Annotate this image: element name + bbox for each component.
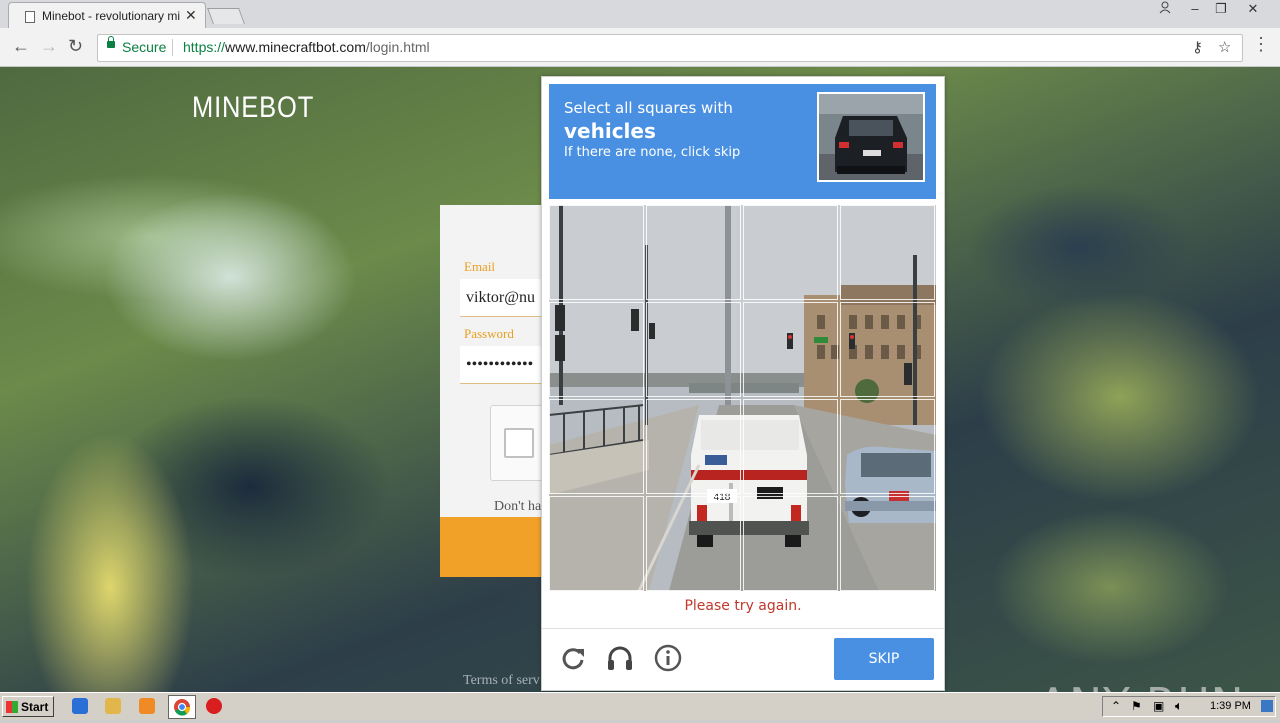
- page-icon: [25, 11, 35, 23]
- forward-icon[interactable]: →: [40, 36, 58, 57]
- captcha-tile[interactable]: [646, 496, 741, 591]
- new-tab-button[interactable]: [207, 8, 245, 24]
- flag-icon[interactable]: ⚑: [1131, 699, 1142, 713]
- divider: [172, 39, 173, 56]
- tab-title: Minebot - revolutionary mine: [42, 9, 180, 23]
- reload-challenge-icon[interactable]: [558, 643, 588, 673]
- captcha-grid: 418: [549, 205, 936, 591]
- captcha-tile[interactable]: [840, 302, 935, 397]
- taskbar: Start ⌃ ⚑ ▣ 🔈︎ 1:39 PM: [0, 692, 1280, 720]
- show-desktop-icon[interactable]: [1261, 700, 1273, 712]
- menu-icon[interactable]: ⋮: [1252, 34, 1270, 55]
- brand-logo: MINEBOT: [192, 91, 315, 124]
- captcha-header: Select all squares with vehicles If ther…: [549, 84, 936, 199]
- skip-button[interactable]: SKIP: [834, 638, 934, 680]
- captcha-tile[interactable]: [840, 399, 935, 494]
- url-path: /login.html: [365, 39, 430, 55]
- captcha-instruction: Select all squares with: [564, 99, 733, 117]
- captcha-tile[interactable]: [840, 496, 935, 591]
- tray-expand-icon[interactable]: ⌃: [1111, 699, 1121, 713]
- explorer-icon[interactable]: [105, 698, 121, 714]
- captcha-tile[interactable]: [743, 205, 838, 300]
- system-tray: ⌃ ⚑ ▣ 🔈︎ 1:39 PM: [1102, 696, 1276, 717]
- example-image: [817, 92, 925, 182]
- close-tab-icon[interactable]: ✕: [185, 7, 197, 24]
- lock-icon: [107, 36, 115, 48]
- browser-titlebar: Minebot - revolutionary mine ✕ – ❐ ✕: [0, 0, 1280, 29]
- email-label: Email: [464, 259, 496, 274]
- captcha-target: vehicles: [564, 119, 656, 143]
- anyrun-watermark: ANY RUN: [1038, 679, 1245, 692]
- captcha-tile[interactable]: [549, 399, 644, 494]
- captcha-tile[interactable]: [646, 205, 741, 300]
- security-label: Secure: [122, 39, 167, 55]
- chrome-taskbar-button[interactable]: [168, 695, 196, 719]
- captcha-tile[interactable]: [840, 205, 935, 300]
- captcha-error: Please try again.: [684, 598, 802, 614]
- close-window-icon[interactable]: ✕: [1240, 0, 1266, 18]
- browser-tab[interactable]: Minebot - revolutionary mine ✕: [8, 2, 206, 29]
- captcha-tile[interactable]: [646, 399, 741, 494]
- reload-icon[interactable]: ↻: [68, 36, 83, 57]
- media-player-icon[interactable]: [139, 698, 155, 714]
- ie-icon[interactable]: [72, 698, 88, 714]
- audio-challenge-icon[interactable]: [605, 643, 635, 673]
- start-label: Start: [21, 700, 49, 714]
- bookmark-star-icon[interactable]: ☆: [1218, 38, 1231, 56]
- url-host: www.minecraftbot.com: [225, 39, 366, 55]
- back-icon[interactable]: ←: [12, 36, 30, 57]
- captcha-footer: SKIP: [542, 628, 944, 691]
- opera-icon[interactable]: [206, 698, 222, 714]
- clock[interactable]: 1:39 PM: [1210, 700, 1251, 712]
- terms-link[interactable]: Terms of serv: [463, 673, 540, 689]
- captcha-tile[interactable]: [646, 302, 741, 397]
- key-icon[interactable]: ⚷: [1192, 38, 1203, 56]
- url-scheme: https://: [183, 39, 226, 55]
- password-label: Password: [464, 326, 514, 341]
- captcha-tile[interactable]: [549, 302, 644, 397]
- start-button[interactable]: Start: [2, 696, 54, 717]
- restore-icon[interactable]: ❐: [1208, 0, 1234, 18]
- volume-icon[interactable]: 🔈︎: [1175, 698, 1183, 714]
- captcha-tile[interactable]: [549, 496, 644, 591]
- captcha-hint: If there are none, click skip: [564, 145, 741, 160]
- recaptcha-checkbox[interactable]: [504, 428, 534, 458]
- minimize-icon[interactable]: –: [1182, 0, 1208, 18]
- signup-text[interactable]: Don't ha: [494, 499, 541, 515]
- captcha-tile[interactable]: [743, 302, 838, 397]
- info-icon[interactable]: [653, 643, 683, 673]
- profile-icon[interactable]: [1152, 0, 1178, 18]
- network-icon[interactable]: ▣: [1153, 699, 1164, 713]
- captcha-challenge: Select all squares with vehicles If ther…: [541, 76, 945, 691]
- captcha-tile[interactable]: [549, 205, 644, 300]
- address-bar[interactable]: Secure https://www.minecraftbot.com/logi…: [97, 34, 1243, 62]
- captcha-tile[interactable]: [743, 496, 838, 591]
- url-text[interactable]: https://www.minecraftbot.com/login.html: [183, 39, 430, 55]
- windows-logo-icon: [6, 701, 18, 713]
- captcha-tile[interactable]: [743, 399, 838, 494]
- watermark-text: ANY RUN: [1038, 679, 1245, 692]
